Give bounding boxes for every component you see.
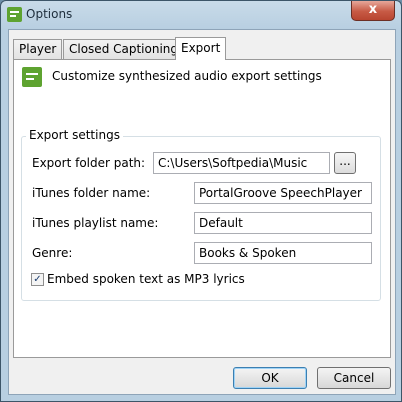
close-icon: x: [368, 2, 378, 17]
export-tab-panel: Customize synthesized audio export setti…: [13, 59, 391, 358]
export-folder-path-label: Export folder path:: [32, 156, 146, 170]
close-button[interactable]: x: [351, 1, 395, 21]
itunes-folder-name-label: iTunes folder name:: [32, 186, 151, 200]
embed-lyrics-checkbox[interactable]: ✓: [31, 273, 44, 286]
itunes-folder-name-input[interactable]: PortalGroove SpeechPlayer: [194, 182, 372, 204]
embed-lyrics-label[interactable]: Embed spoken text as MP3 lyrics: [47, 272, 245, 286]
tab-export[interactable]: Export: [175, 37, 227, 60]
tab-closed-captioning[interactable]: Closed Captioning: [63, 39, 185, 59]
export-folder-path-input[interactable]: C:\Users\Softpedia\Music: [153, 152, 330, 174]
browse-folder-button[interactable]: ...: [334, 152, 356, 174]
genre-input[interactable]: Books & Spoken: [194, 242, 372, 264]
title-bar[interactable]: Options x: [1, 1, 401, 29]
chat-bubble-icon: [7, 7, 22, 22]
group-title: Export settings: [26, 128, 123, 142]
genre-label: Genre:: [32, 246, 73, 260]
ok-button[interactable]: OK: [233, 367, 307, 389]
panel-description: Customize synthesized audio export setti…: [52, 69, 322, 83]
chat-bubble-icon: [22, 67, 42, 87]
cancel-button[interactable]: Cancel: [317, 367, 391, 389]
dialog-client-area: Player Closed Captioning Export Customiz…: [8, 29, 396, 395]
tab-player[interactable]: Player: [13, 39, 63, 59]
itunes-playlist-name-label: iTunes playlist name:: [32, 216, 159, 230]
window-title: Options: [26, 7, 73, 21]
itunes-playlist-name-input[interactable]: Default: [194, 212, 372, 234]
options-window: Options x Player Closed Captioning Expor…: [0, 0, 402, 402]
